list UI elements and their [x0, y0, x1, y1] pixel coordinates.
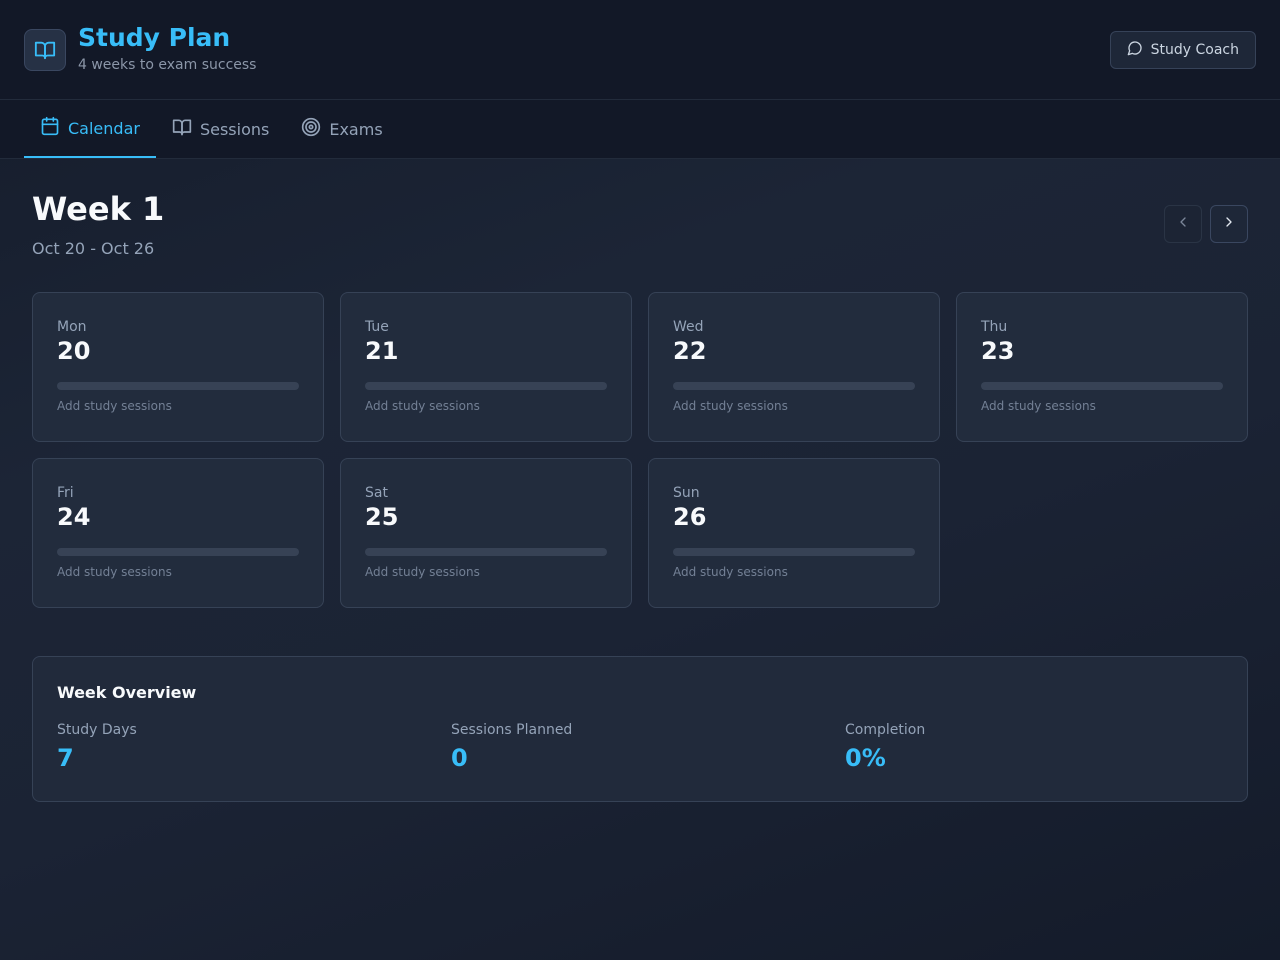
day-card-sun[interactable]: Sun 26 Add study sessions — [648, 458, 940, 608]
day-number: 22 — [673, 337, 707, 365]
tab-calendar[interactable]: Calendar — [24, 100, 156, 158]
tab-calendar-label: Calendar — [68, 118, 140, 138]
tab-exams-label: Exams — [329, 119, 383, 139]
study-coach-label: Study Coach — [1150, 41, 1239, 58]
main-content: Week 1 Oct 20 - Oct 26 Mon 20 Add study … — [0, 159, 1280, 802]
add-sessions-hint: Add study sessions — [57, 399, 172, 413]
previous-week-button[interactable] — [1164, 205, 1202, 243]
tab-sessions-label: Sessions — [199, 119, 270, 139]
day-number: 21 — [365, 337, 399, 365]
day-number: 20 — [57, 337, 91, 365]
chat-bubble-icon — [1127, 40, 1143, 60]
add-sessions-hint: Add study sessions — [365, 565, 480, 579]
week-navigation — [1164, 205, 1248, 243]
tab-sessions[interactable]: Sessions — [156, 100, 285, 158]
app-header: Study Plan 4 weeks to exam success Study… — [0, 0, 1280, 100]
brand: Study Plan 4 weeks to exam success — [24, 23, 257, 73]
day-card-mon[interactable]: Mon 20 Add study sessions — [32, 292, 324, 442]
week-date-range: Oct 20 - Oct 26 — [32, 239, 155, 258]
day-progress-bar — [57, 382, 299, 390]
stat-value: 0 — [451, 744, 468, 772]
day-name: Thu — [981, 319, 1008, 335]
stat-label: Study Days — [57, 722, 137, 738]
tab-bar: Calendar Sessions Exams — [0, 100, 1280, 159]
week-header: Week 1 Oct 20 - Oct 26 — [32, 159, 1248, 258]
week-overview-title: Week Overview — [57, 683, 197, 702]
stat-label: Completion — [845, 722, 926, 738]
add-sessions-hint: Add study sessions — [365, 399, 480, 413]
add-sessions-hint: Add study sessions — [57, 565, 172, 579]
app-subtitle: 4 weeks to exam success — [78, 56, 257, 73]
day-name: Mon — [57, 319, 87, 335]
overview-stats: Study Days 7 Sessions Planned 0 Completi… — [57, 722, 1223, 772]
day-progress-bar — [365, 382, 607, 390]
day-name: Sat — [365, 485, 388, 501]
day-card-wed[interactable]: Wed 22 Add study sessions — [648, 292, 940, 442]
app-title: Study Plan — [78, 22, 231, 52]
day-card-thu[interactable]: Thu 23 Add study sessions — [956, 292, 1248, 442]
stat-label: Sessions Planned — [451, 722, 573, 738]
week-title: Week 1 — [32, 190, 165, 228]
open-book-icon — [24, 28, 66, 71]
day-name: Fri — [57, 485, 74, 501]
day-number: 23 — [981, 337, 1015, 365]
add-sessions-hint: Add study sessions — [673, 565, 788, 579]
target-icon — [301, 117, 321, 141]
day-progress-bar — [57, 548, 299, 556]
open-book-icon — [172, 117, 192, 141]
add-sessions-hint: Add study sessions — [673, 399, 788, 413]
day-progress-bar — [365, 548, 607, 556]
stat-value: 7 — [57, 744, 74, 772]
day-grid: Mon 20 Add study sessions Tue 21 Add stu… — [32, 292, 1248, 608]
day-card-fri[interactable]: Fri 24 Add study sessions — [32, 458, 324, 608]
chevron-right-icon — [1221, 214, 1237, 234]
day-progress-bar — [673, 548, 915, 556]
tab-exams[interactable]: Exams — [285, 100, 398, 158]
calendar-icon — [40, 116, 60, 140]
day-number: 24 — [57, 503, 91, 531]
day-name: Wed — [673, 319, 704, 335]
day-name: Sun — [673, 485, 700, 501]
stat-completion: Completion 0% — [845, 722, 1239, 772]
day-card-sat[interactable]: Sat 25 Add study sessions — [340, 458, 632, 608]
add-sessions-hint: Add study sessions — [981, 399, 1096, 413]
stat-study-days: Study Days 7 — [57, 722, 451, 772]
day-name: Tue — [365, 319, 389, 335]
week-overview-panel: Week Overview Study Days 7 Sessions Plan… — [32, 656, 1248, 802]
stat-value: 0% — [845, 744, 886, 772]
day-progress-bar — [673, 382, 915, 390]
day-progress-bar — [981, 382, 1223, 390]
day-number: 25 — [365, 503, 399, 531]
day-number: 26 — [673, 503, 707, 531]
day-card-tue[interactable]: Tue 21 Add study sessions — [340, 292, 632, 442]
chevron-left-icon — [1175, 214, 1191, 234]
next-week-button[interactable] — [1210, 205, 1248, 243]
study-coach-button[interactable]: Study Coach — [1109, 30, 1256, 69]
stat-sessions-planned: Sessions Planned 0 — [451, 722, 845, 772]
